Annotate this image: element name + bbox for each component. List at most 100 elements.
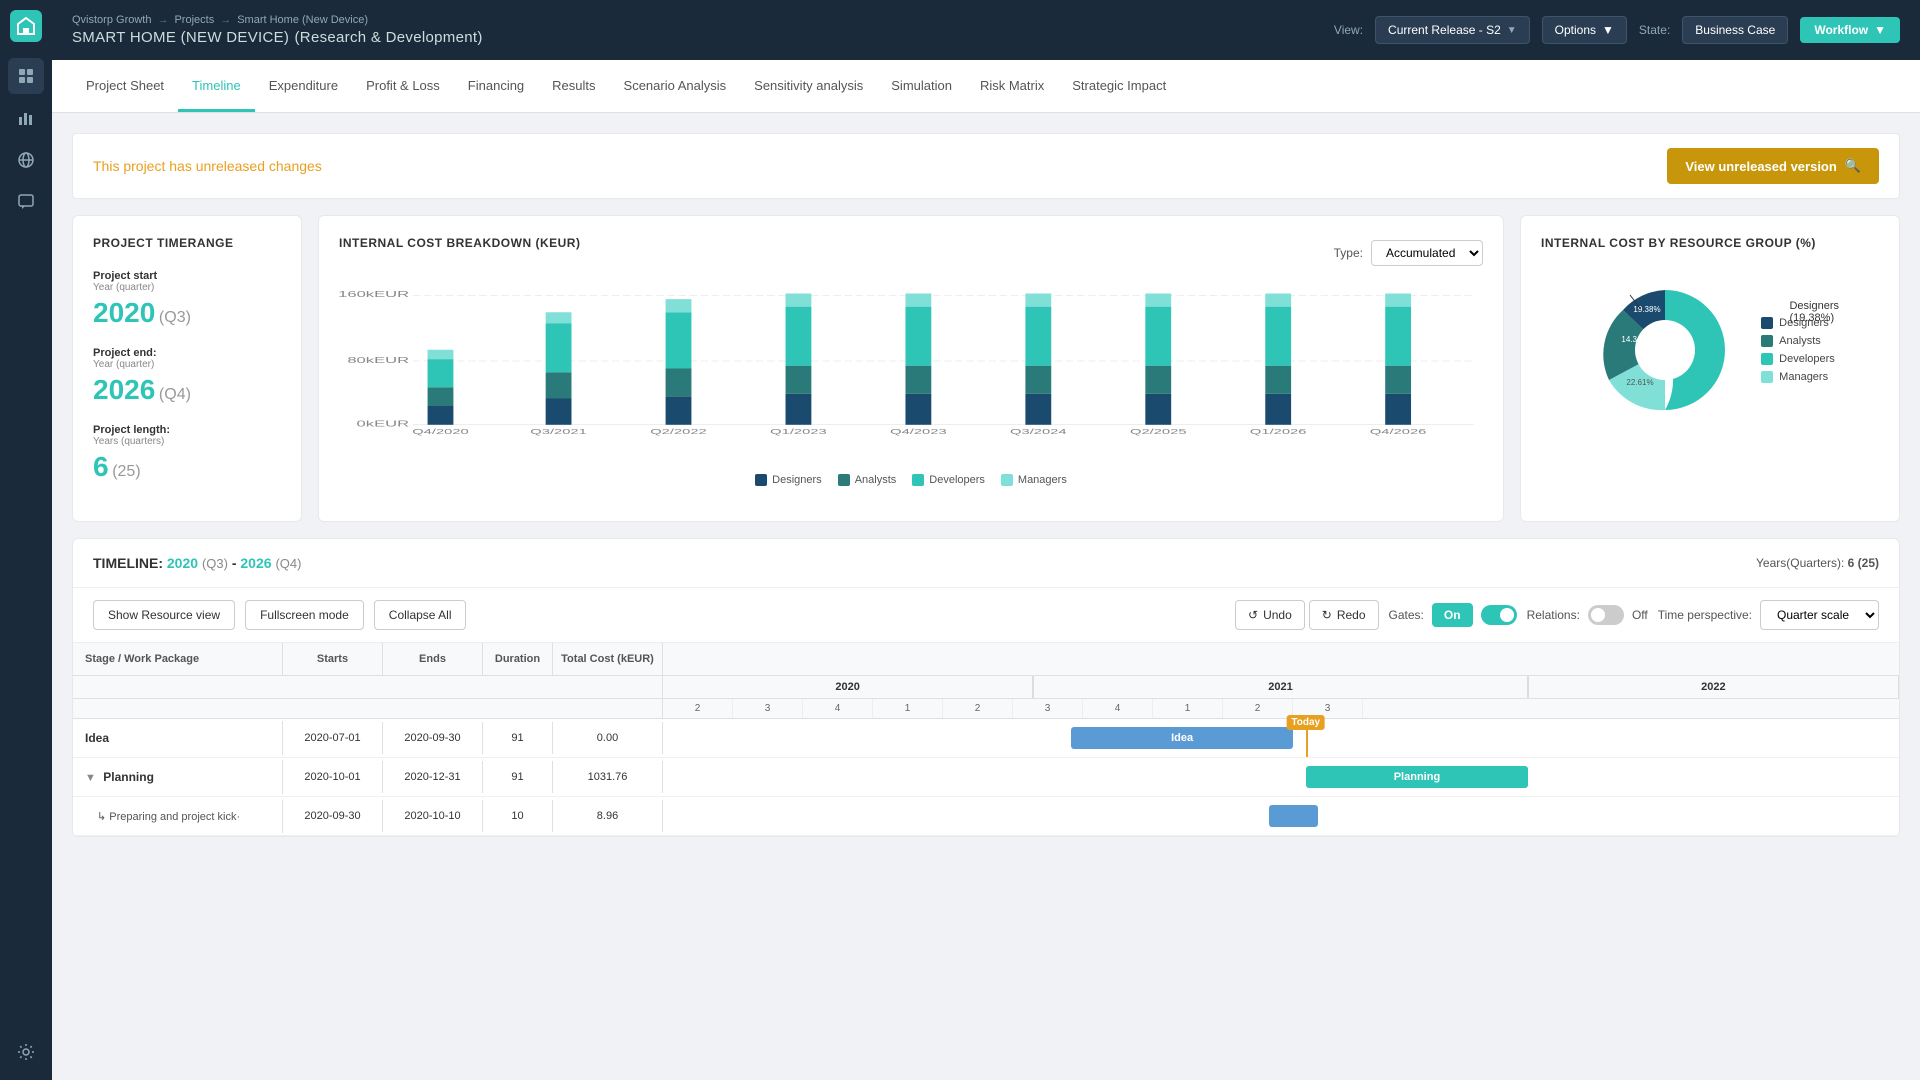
- legend-developers: Developers: [912, 474, 985, 486]
- svg-text:Q3/2024: Q3/2024: [1010, 428, 1067, 436]
- legend-analysts: Analysts: [838, 474, 897, 486]
- undo-redo-group: ↺ Undo ↻ Redo: [1235, 600, 1379, 630]
- tab-project-sheet[interactable]: Project Sheet: [72, 60, 178, 112]
- tab-financing[interactable]: Financing: [454, 60, 538, 112]
- sidebar-icon-globe[interactable]: [8, 142, 44, 178]
- q-2021-4: 4: [1083, 699, 1153, 718]
- pie-legend-analysts-label: Analysts: [1779, 335, 1821, 347]
- view-unreleased-button[interactable]: View unreleased version 🔍: [1667, 148, 1879, 184]
- pie-legend-managers-box: [1761, 371, 1773, 383]
- relations-group: Relations: Off: [1527, 605, 1648, 625]
- sidebar-icon-settings[interactable]: [8, 1034, 44, 1070]
- svg-text:22.61%: 22.61%: [1627, 378, 1654, 387]
- year-2021: 2021: [1034, 676, 1528, 698]
- business-case-button[interactable]: Business Case: [1682, 16, 1788, 44]
- project-length-label: Project length:: [93, 424, 281, 436]
- row-idea-stage: Idea: [73, 721, 283, 755]
- scale-dropdown[interactable]: Quarter scale: [1760, 600, 1879, 630]
- topbar: Qvistorp Growth → Projects → Smart Home …: [52, 0, 1920, 60]
- svg-text:Q1/2026: Q1/2026: [1250, 428, 1307, 436]
- timeline-end-year: 2026: [240, 555, 271, 571]
- pie-chart-title: INTERNAL COST BY RESOURCE GROUP (%): [1541, 236, 1879, 250]
- q-2020-2: 2: [663, 699, 733, 718]
- timeline-years-info: Years(Quarters): 6 (25): [1756, 556, 1879, 570]
- project-length-years: 6: [93, 451, 109, 482]
- pie-chart-card: INTERNAL COST BY RESOURCE GROUP (%): [1520, 215, 1900, 522]
- project-end-quarter: (Q4): [159, 386, 191, 403]
- type-dropdown[interactable]: Accumulated: [1371, 240, 1483, 266]
- undo-button[interactable]: ↺ Undo: [1235, 600, 1305, 630]
- timeline-start-year: 2020: [167, 555, 198, 571]
- project-start-item: Project start Year (quarter) 2020 (Q3): [93, 270, 281, 329]
- project-length-item: Project length: Years (quarters) 6 (25): [93, 424, 281, 483]
- fullscreen-mode-button[interactable]: Fullscreen mode: [245, 600, 364, 630]
- relations-toggle[interactable]: [1588, 605, 1624, 625]
- workflow-button[interactable]: Workflow ▼: [1800, 17, 1900, 43]
- pie-callout-label: Designers: [1789, 300, 1839, 312]
- breadcrumb-qvistorp[interactable]: Qvistorp Growth: [72, 14, 151, 26]
- redo-button[interactable]: ↻ Redo: [1309, 600, 1379, 630]
- col-duration-header: Duration: [483, 643, 553, 675]
- q-2020-3: 3: [733, 699, 803, 718]
- breadcrumb-projects[interactable]: Projects: [174, 14, 214, 26]
- gantt-row-idea: Idea 2020-07-01 2020-09-30 91 0.00 Idea …: [73, 719, 1899, 758]
- tab-timeline[interactable]: Timeline: [178, 60, 255, 112]
- current-release-dropdown[interactable]: Current Release - S2 ▼: [1375, 16, 1530, 44]
- today-label: Today: [1286, 715, 1325, 730]
- legend-developers-color: [912, 474, 924, 486]
- sidebar-icon-comment[interactable]: [8, 184, 44, 220]
- tab-profit-loss[interactable]: Profit & Loss: [352, 60, 454, 112]
- tab-strategic-impact[interactable]: Strategic Impact: [1058, 60, 1180, 112]
- app-logo[interactable]: [10, 10, 42, 42]
- page-title: SMART HOME (NEW DEVICE) (Research & Deve…: [72, 26, 483, 47]
- today-line: Today: [1306, 719, 1308, 757]
- gates-toggle-thumb: [1500, 608, 1514, 622]
- tab-simulation[interactable]: Simulation: [877, 60, 966, 112]
- col-stage-header: Stage / Work Package: [73, 643, 283, 675]
- tab-expenditure[interactable]: Expenditure: [255, 60, 352, 112]
- time-perspective-label: Time perspective:: [1658, 608, 1752, 622]
- tab-scenario-analysis[interactable]: Scenario Analysis: [610, 60, 741, 112]
- row-preparing-starts: 2020-09-30: [283, 800, 383, 832]
- breadcrumb: Qvistorp Growth → Projects → Smart Home …: [72, 14, 483, 26]
- chart-header-area: [663, 643, 1899, 675]
- q-2022-1: 1: [1153, 699, 1223, 718]
- tab-sensitivity-analysis[interactable]: Sensitivity analysis: [740, 60, 877, 112]
- collapse-icon[interactable]: ▼: [85, 772, 96, 784]
- alert-text: This project has unreleased changes: [93, 158, 322, 174]
- gates-toggle[interactable]: [1481, 605, 1517, 625]
- redo-icon: ↻: [1322, 608, 1332, 622]
- collapse-all-button[interactable]: Collapse All: [374, 600, 467, 630]
- sidebar-icon-home[interactable]: [8, 58, 44, 94]
- bar-chart: 160kEUR 80kEUR 0kEUR: [339, 286, 1483, 466]
- row-idea-bar-area: Idea Today: [663, 719, 1899, 757]
- state-label: State:: [1639, 23, 1670, 37]
- year-2020: 2020: [663, 676, 1034, 698]
- pie-legend-developers-label: Developers: [1779, 353, 1835, 365]
- chevron-down-icon: ▼: [1507, 25, 1517, 36]
- svg-text:Q3/2021: Q3/2021: [530, 428, 587, 436]
- show-resource-view-button[interactable]: Show Resource view: [93, 600, 235, 630]
- options-dropdown[interactable]: Options ▼: [1542, 16, 1627, 44]
- gantt-header: Stage / Work Package Starts Ends Duratio…: [73, 643, 1899, 676]
- tab-results[interactable]: Results: [538, 60, 609, 112]
- year-row-spacer: [73, 676, 663, 698]
- q-2021-1: 1: [873, 699, 943, 718]
- cost-breakdown-card: INTERNAL COST BREAKDOWN (KEUR) Type: Acc…: [318, 215, 1504, 522]
- tab-risk-matrix[interactable]: Risk Matrix: [966, 60, 1058, 112]
- year-2022: 2022: [1529, 676, 1899, 698]
- row-planning-ends: 2020-12-31: [383, 761, 483, 793]
- row-preparing-cost: 8.96: [553, 800, 663, 832]
- pie-legend-developers-box: [1761, 353, 1773, 365]
- row-planning-stage: ▼ Planning: [73, 760, 283, 794]
- gantt-quarter-row: 2 3 4 1 2 3 4 1 2 3: [73, 699, 1899, 719]
- gates-on-button[interactable]: On: [1432, 603, 1473, 627]
- timeline-section-title: TIMELINE: 2020 (Q3) - 2026 (Q4): [93, 555, 301, 571]
- sidebar-icon-chart[interactable]: [8, 100, 44, 136]
- row-preparing-ends: 2020-10-10: [383, 800, 483, 832]
- breadcrumb-device[interactable]: Smart Home (New Device): [237, 14, 368, 26]
- timeline-section-header: TIMELINE: 2020 (Q3) - 2026 (Q4) Years(Qu…: [73, 539, 1899, 588]
- pie-legend-managers-label: Managers: [1779, 371, 1828, 383]
- years-quarters-value: 6 (25): [1848, 556, 1879, 570]
- pie-callout: Designers (19.38%): [1789, 300, 1839, 324]
